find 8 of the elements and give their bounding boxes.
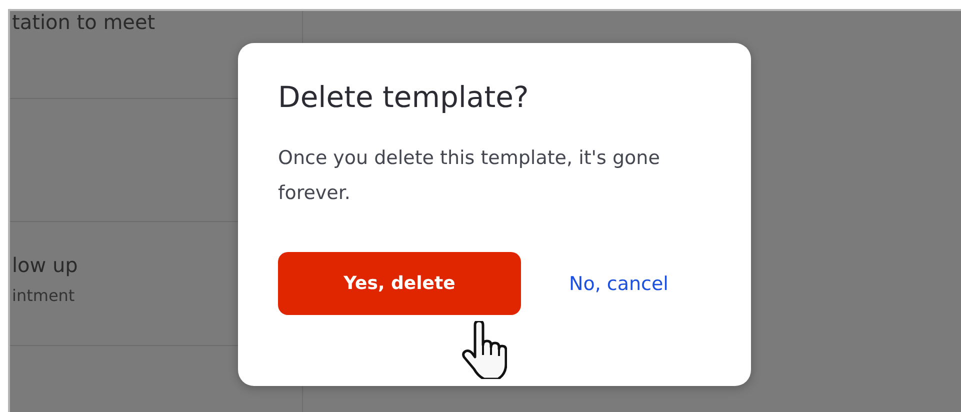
cancel-link[interactable]: No, cancel bbox=[569, 272, 668, 294]
dialog-title: Delete template? bbox=[278, 79, 530, 115]
template-subtitle: intment bbox=[12, 286, 76, 305]
template-title: low up bbox=[12, 254, 79, 276]
confirm-delete-button[interactable]: Yes, delete bbox=[278, 252, 521, 315]
hand-cursor-icon bbox=[461, 321, 507, 379]
template-title: tation to meet bbox=[12, 11, 156, 33]
dialog-message: Once you delete this template, it's gone forever. bbox=[278, 146, 661, 206]
